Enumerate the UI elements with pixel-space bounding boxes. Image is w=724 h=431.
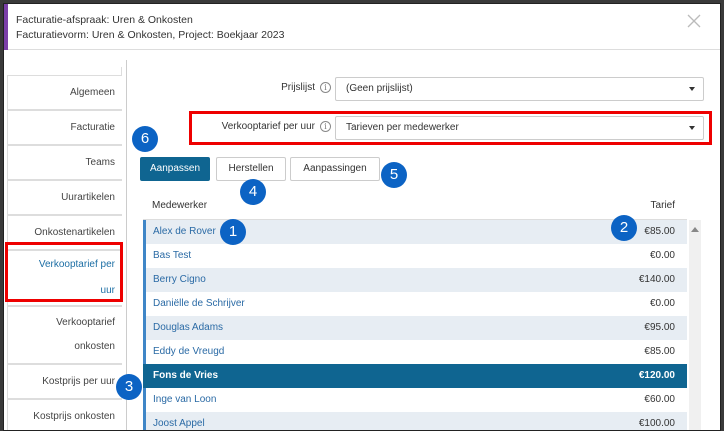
table-row[interactable]: Joost Appel €100.00	[143, 412, 687, 430]
employee-name[interactable]: Joost Appel	[153, 418, 205, 429]
billing-agreement-dialog: Facturatie-afspraak: Uren & Onkosten Fac…	[3, 3, 721, 431]
employee-name[interactable]: Fons de Vries	[153, 370, 218, 381]
employee-rate: €120.00	[638, 370, 675, 381]
sidebar-item-teams[interactable]: Teams	[7, 145, 122, 180]
info-icon[interactable]: i	[320, 82, 331, 93]
sidebar-item-label: Facturatie	[70, 122, 115, 133]
scroll-up-icon[interactable]	[691, 227, 699, 232]
sidebar-item-label: Onkostenartikelen	[34, 227, 115, 238]
sidebar-item-kostprijs-onkosten[interactable]: Kostprijs onkosten	[7, 399, 122, 430]
restore-button[interactable]: Herstellen	[216, 157, 286, 181]
changes-button[interactable]: Aanpassingen	[290, 157, 380, 181]
table-row[interactable]: Bas Test €0.00	[143, 244, 687, 268]
dialog-header: Facturatie-afspraak: Uren & Onkosten Fac…	[4, 4, 720, 50]
employee-rate: €85.00	[644, 226, 675, 237]
chevron-down-icon	[689, 87, 695, 91]
employee-name[interactable]: Alex de Rover	[153, 226, 216, 237]
close-icon[interactable]	[686, 13, 702, 29]
annotation-badge-4: 4	[240, 179, 266, 205]
table-scrollbar[interactable]	[689, 220, 701, 430]
sidebar-item-uurartikelen[interactable]: Uurartikelen	[7, 180, 122, 215]
pricelist-label: Prijslijst i	[244, 82, 331, 93]
annotation-badge-1: 1	[220, 219, 246, 245]
sidebar-item-algemeen[interactable]: Algemeen	[7, 75, 122, 110]
table-row-selected[interactable]: Fons de Vries €120.00	[143, 364, 687, 388]
annotation-badge-3: 3	[116, 374, 142, 400]
annotation-badge-5: 5	[381, 162, 407, 188]
employee-rate: €85.00	[644, 346, 675, 357]
sidebar-item-label: Teams	[85, 157, 115, 168]
sidebar-item-facturatie[interactable]: Facturatie	[7, 110, 122, 145]
annotation-badge-2: 2	[611, 215, 637, 241]
agreement-title: Facturatie-afspraak: Uren & Onkosten	[16, 14, 193, 26]
table-row[interactable]: Daniëlle de Schrijver €0.00	[143, 292, 687, 316]
annotation-badge-6: 6	[132, 126, 158, 152]
employee-rate-list: Alex de Rover €85.00 Bas Test €0.00 Berry …	[143, 220, 687, 430]
sidebar-item-label: Verkooptarief	[56, 317, 115, 328]
employee-rate: €0.00	[649, 298, 675, 309]
employee-name[interactable]: Eddy de Vreugd	[153, 346, 224, 357]
employee-name[interactable]: Berry Cigno	[153, 274, 206, 285]
employee-rate: €95.00	[644, 322, 675, 333]
sidebar-item-label: Algemeen	[69, 87, 115, 98]
sidebar-item-label: Kostprijs per uur	[42, 376, 115, 387]
highlight-sidebar-active	[5, 242, 123, 302]
employee-rate: €0.00	[649, 250, 675, 261]
employee-rate: €140.00	[638, 274, 675, 285]
employee-rate: €100.00	[638, 418, 675, 429]
employee-name[interactable]: Daniëlle de Schrijver	[153, 298, 245, 309]
pricelist-value: (Geen prijslijst)	[346, 83, 413, 94]
employee-rate: €60.00	[644, 394, 675, 405]
table-row[interactable]: Eddy de Vreugd €85.00	[143, 340, 687, 364]
column-employee: Medewerker	[152, 200, 208, 211]
pricelist-select[interactable]: (Geen prijslijst)	[335, 77, 704, 101]
table-row[interactable]: Douglas Adams €95.00	[143, 316, 687, 340]
column-rate: Tarief	[650, 200, 675, 211]
employee-name[interactable]: Douglas Adams	[153, 322, 223, 333]
header-accent-bar	[4, 4, 8, 50]
pricelist-label-text: Prijslijst	[281, 82, 315, 94]
billing-form-subtitle: Facturatievorm: Uren & Onkosten, Project…	[16, 29, 285, 41]
table-header: Medewerker Tarief	[143, 190, 687, 220]
sidebar-item-verkooptarief-onkosten[interactable]: Verkooptarief onkosten	[7, 306, 122, 364]
employee-name[interactable]: Bas Test	[153, 250, 191, 261]
sidebar-item-label: Uurartikelen	[61, 192, 115, 203]
sidebar-item-label: onkosten	[74, 341, 115, 352]
table-row[interactable]: Inge van Loon €60.00	[143, 388, 687, 412]
sidebar-item-label: Kostprijs onkosten	[33, 411, 115, 422]
table-row[interactable]: Berry Cigno €140.00	[143, 268, 687, 292]
sidebar-item-kostprijs-per-uur[interactable]: Kostprijs per uur	[7, 364, 122, 399]
highlight-rate-mode	[189, 111, 712, 145]
adjust-button[interactable]: Aanpassen	[140, 157, 210, 181]
employee-name[interactable]: Inge van Loon	[153, 394, 216, 405]
